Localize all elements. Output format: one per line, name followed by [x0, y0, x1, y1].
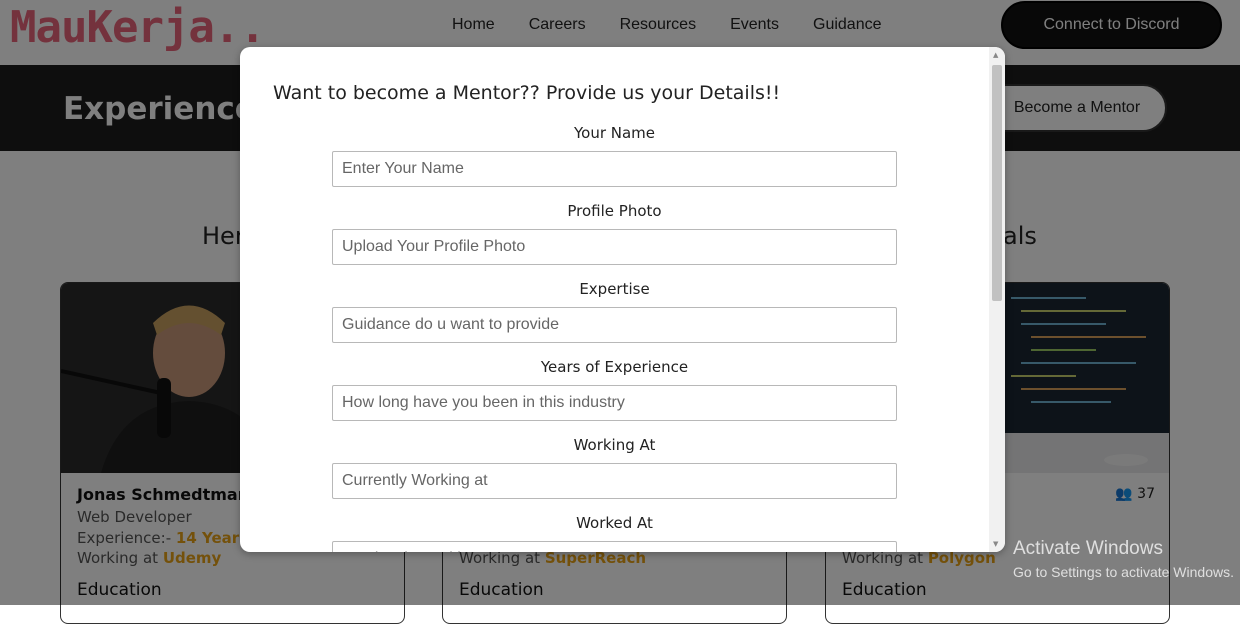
scroll-up-arrow-icon[interactable]: ▲: [993, 51, 998, 59]
expertise-field-group: Expertise: [332, 279, 897, 357]
name-input[interactable]: [332, 151, 897, 187]
watermark-line-1: Activate Windows: [1013, 538, 1163, 559]
scrollbar-thumb[interactable]: [992, 65, 1002, 301]
name-label: Your Name: [573, 124, 656, 142]
mentor-form-modal: Want to become a Mentor?? Provide us you…: [240, 47, 1005, 552]
working-at-input[interactable]: [332, 463, 897, 499]
working-at-label: Working At: [573, 436, 656, 454]
watermark-line-2: Go to Settings to activate Windows.: [1013, 564, 1234, 580]
mentor-form: Your Name Profile Photo Expertise Years …: [332, 123, 897, 552]
worked-at-field-group: Worked At: [332, 513, 897, 552]
worked-at-label: Worked At: [576, 514, 653, 532]
expertise-label: Expertise: [579, 280, 650, 298]
photo-field-group: Profile Photo: [332, 201, 897, 279]
photo-label: Profile Photo: [567, 202, 662, 220]
modal-scrollbar[interactable]: ▲ ▼: [989, 47, 1005, 552]
windows-activation-watermark: Activate Windows Go to Settings to activ…: [1013, 538, 1234, 580]
working-at-field-group: Working At: [332, 435, 897, 513]
experience-label: Years of Experience: [540, 358, 689, 376]
photo-input[interactable]: [332, 229, 897, 265]
modal-title: Want to become a Mentor?? Provide us you…: [273, 82, 781, 104]
scroll-down-arrow-icon[interactable]: ▼: [993, 540, 998, 548]
experience-field-group: Years of Experience: [332, 357, 897, 435]
name-field-group: Your Name: [332, 123, 897, 201]
expertise-input[interactable]: [332, 307, 897, 343]
worked-at-input[interactable]: [332, 541, 897, 552]
experience-input[interactable]: [332, 385, 897, 421]
